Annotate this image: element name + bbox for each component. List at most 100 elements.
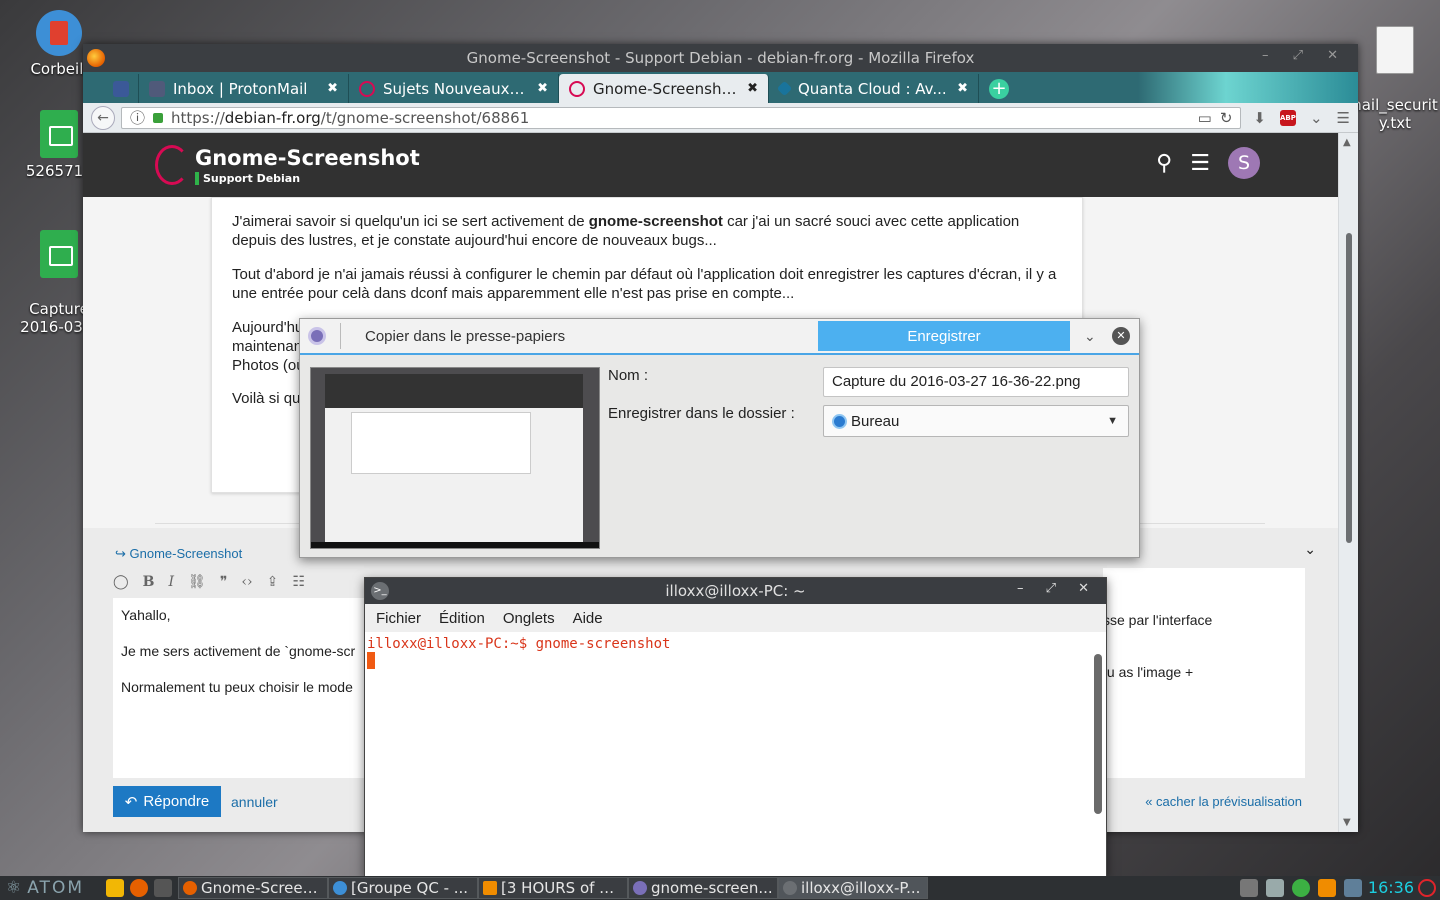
window-controls[interactable]: – ⤢ ✕ <box>1262 48 1348 63</box>
clock[interactable]: 16:36 <box>1368 878 1414 897</box>
post-paragraph: Tout d'abord je n'ai jamais réussi à con… <box>232 266 1057 302</box>
chat-icon <box>333 881 347 895</box>
terminal-output[interactable]: illoxx@illoxx-PC:~$ gnome-screenshot <box>365 632 1090 876</box>
filename-input[interactable]: Capture du 2016-03-27 16-36-22.png <box>823 367 1129 397</box>
reply-button[interactable]: ↶ Répondre <box>113 786 221 817</box>
scroll-up-icon[interactable]: ▲ <box>1343 137 1351 148</box>
avatar[interactable]: S <box>1228 147 1260 179</box>
network-icon[interactable] <box>1266 879 1284 897</box>
taskbar-task[interactable]: illoxx@illoxx-P... <box>778 877 928 899</box>
file-manager-icon[interactable] <box>106 879 124 897</box>
vlc-tray-icon[interactable] <box>1318 879 1336 897</box>
firefox-titlebar[interactable]: Gnome-Screenshot - Support Debian - debi… <box>83 44 1358 72</box>
taskbar-task[interactable]: [3 HOURS of B... <box>478 877 628 899</box>
back-button[interactable]: ← <box>91 105 115 130</box>
url-path: /t/gnome-screenshot/68861 <box>320 108 530 127</box>
terminal-titlebar[interactable]: >_ illoxx@illoxx-PC: ~ – ⤢ ✕ <box>365 578 1106 604</box>
desktop-icon-textfile[interactable]: nail_securit y.txt <box>1350 8 1440 150</box>
italic-icon[interactable]: I <box>169 574 175 590</box>
menu-fichier[interactable]: Fichier <box>376 610 421 627</box>
menu-aide[interactable]: Aide <box>573 610 603 627</box>
volume-icon[interactable] <box>1240 879 1258 897</box>
close-icon[interactable]: ✖ <box>957 81 968 96</box>
divider <box>340 323 341 349</box>
screenshot-dialog: Copier dans le presse-papiers Enregistre… <box>299 318 1140 558</box>
atom-icon: ⚛ <box>6 878 24 898</box>
copy-to-clipboard-button[interactable]: Copier dans le presse-papiers <box>365 328 565 345</box>
update-icon[interactable] <box>1292 879 1310 897</box>
upload-icon[interactable]: ⇪ <box>267 574 279 590</box>
taskbar-task[interactable]: gnome-screen... <box>628 877 778 899</box>
quote-icon[interactable]: ◯ <box>113 574 129 590</box>
preview-line: sse par l'interface <box>1103 612 1213 628</box>
terminal-menubar: Fichier Édition Onglets Aide <box>365 604 1106 632</box>
bold-icon[interactable]: B <box>143 574 155 590</box>
chevron-down-icon[interactable]: ⌄ <box>1310 109 1323 127</box>
code-icon[interactable]: ‹› <box>241 574 252 590</box>
close-icon[interactable]: ✖ <box>747 81 758 96</box>
terminal-scrollbar[interactable] <box>1092 638 1104 874</box>
taskbar-task[interactable]: [Groupe QC - ... <box>328 877 478 899</box>
debian-logo-icon[interactable] <box>155 145 189 185</box>
scroll-down-icon[interactable]: ▼ <box>1343 817 1351 828</box>
facebook-icon <box>112 80 129 97</box>
terminal-icon: >_ <box>371 582 389 600</box>
close-icon[interactable]: ✖ <box>327 81 338 96</box>
firefox-icon[interactable] <box>130 879 148 897</box>
start-menu-button[interactable]: ⚛ ATOM <box>0 878 100 898</box>
hamburger-menu-icon[interactable]: ☰ <box>1190 151 1210 176</box>
tab-sujets[interactable]: Sujets Nouveaux -... ✖ <box>349 74 559 103</box>
preview-line: tu as l'image + <box>1103 664 1194 680</box>
tab-quanta[interactable]: Quanta Cloud : Av... ✖ <box>769 74 979 103</box>
page-scrollbar[interactable]: ▲ ▼ <box>1338 133 1358 832</box>
new-tab-button[interactable]: + <box>989 79 1009 99</box>
reply-icon: ↶ <box>124 793 138 811</box>
image-file-icon <box>40 110 78 158</box>
chevron-down-icon[interactable]: ⌄ <box>1304 542 1316 558</box>
folder-select[interactable]: Bureau ▼ <box>823 405 1129 437</box>
tab-facebook[interactable] <box>103 74 139 103</box>
screenshot-preview <box>310 367 600 549</box>
window-controls[interactable]: – ⤢ ✕ <box>1017 581 1098 596</box>
save-button[interactable]: Enregistrer <box>818 321 1070 351</box>
vlc-icon <box>483 881 497 895</box>
list-icon[interactable]: ☷ <box>292 574 305 590</box>
scrollbar-thumb[interactable] <box>1346 233 1352 543</box>
reload-icon[interactable]: ↻ <box>1220 109 1233 127</box>
info-icon[interactable]: ⓘ <box>130 107 145 128</box>
dialog-header: Copier dans le presse-papiers Enregistre… <box>300 319 1139 355</box>
menu-edition[interactable]: Édition <box>439 610 485 627</box>
download-icon[interactable]: ⬇ <box>1253 109 1266 127</box>
taskbar-task[interactable]: Gnome-Screen... <box>178 877 328 899</box>
terminal-icon[interactable] <box>154 879 172 897</box>
blockquote-icon[interactable]: ❞ <box>220 574 228 590</box>
reply-editor[interactable]: Yahallo, Je me sers activement de `gnome… <box>113 598 383 778</box>
system-tray <box>1240 879 1362 897</box>
tab-protonmail[interactable]: Inbox | ProtonMail ✖ <box>139 74 349 103</box>
close-icon[interactable]: ✖ <box>537 81 548 96</box>
power-icon[interactable] <box>1418 879 1436 897</box>
reader-icon[interactable]: ▭ <box>1198 109 1212 127</box>
debian-icon <box>359 80 375 97</box>
page-title[interactable]: Gnome-Screenshot <box>195 146 420 170</box>
image-file-icon <box>40 230 78 278</box>
scrollbar-thumb[interactable] <box>1094 654 1102 814</box>
reply-preview: sse par l'interface tu as l'image + <box>1103 568 1305 778</box>
url-prefix: https:// <box>171 108 225 127</box>
url-bar[interactable]: ⓘ https://debian-fr.org/t/gnome-screensh… <box>121 106 1242 129</box>
search-tray-icon[interactable] <box>1344 879 1362 897</box>
menu-onglets[interactable]: Onglets <box>503 610 555 627</box>
tab-gnome-screenshot[interactable]: Gnome-Screensho... ✖ <box>559 74 769 103</box>
link-icon[interactable]: ⛓ <box>188 574 206 590</box>
reply-to-link[interactable]: ↪ Gnome-Screenshot <box>115 546 242 562</box>
menu-icon[interactable]: ☰ <box>1337 109 1350 127</box>
quanta-icon <box>776 80 793 97</box>
adblock-icon[interactable]: ABP <box>1279 109 1296 126</box>
category-badge[interactable]: Support Debian <box>195 171 420 185</box>
hide-preview-link[interactable]: « cacher la prévisualisation <box>1145 794 1302 809</box>
cancel-link[interactable]: annuler <box>231 794 278 810</box>
taskbar: ⚛ ATOM Gnome-Screen... [Groupe QC - ... … <box>0 876 1440 900</box>
close-icon[interactable]: ✕ <box>1112 327 1130 345</box>
search-icon[interactable]: ⚲ <box>1156 151 1172 176</box>
chevron-down-icon[interactable]: ⌄ <box>1084 328 1096 345</box>
